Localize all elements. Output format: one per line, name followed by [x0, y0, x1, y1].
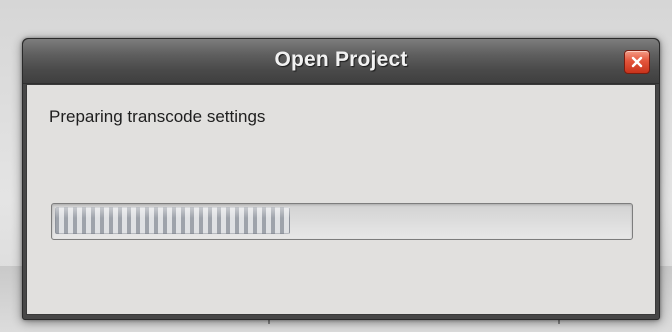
dialog-titlebar[interactable]: Open Project [23, 39, 659, 84]
dialog-title: Open Project [274, 48, 408, 71]
screenshot: { "dialog": { "title": "Open Project", "… [0, 0, 672, 332]
open-project-dialog: Open Project Preparing transcode setting… [22, 38, 660, 320]
close-button[interactable] [624, 50, 650, 74]
close-icon [631, 56, 643, 68]
progress-bar [51, 203, 633, 240]
progress-bar-fill [55, 207, 290, 234]
dialog-body: Preparing transcode settings [26, 84, 656, 315]
status-message: Preparing transcode settings [49, 107, 266, 126]
